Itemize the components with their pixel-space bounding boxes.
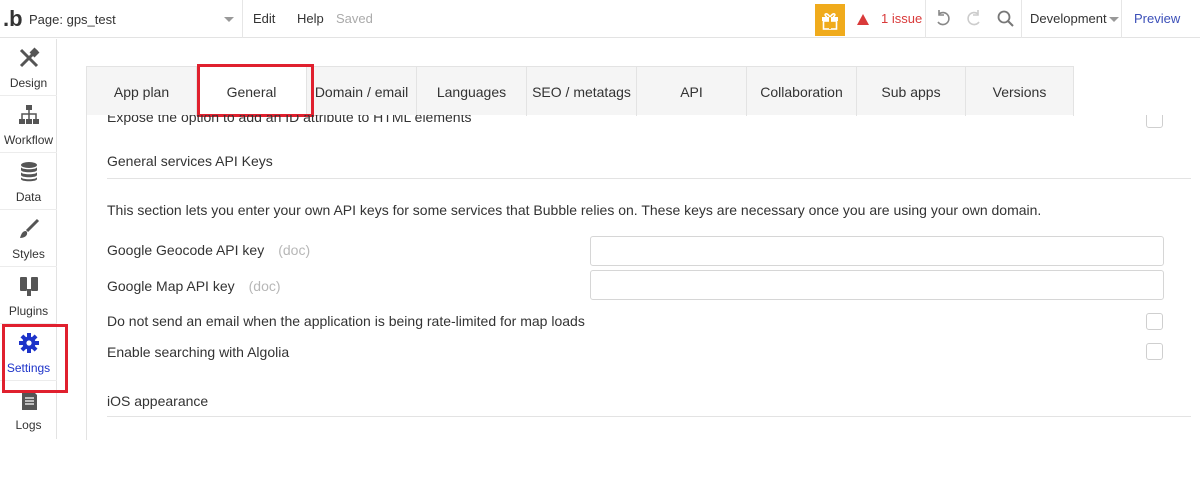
sidebar-item-label: Design (9, 76, 48, 90)
sidebar-item-plugins[interactable]: Plugins (0, 267, 57, 324)
separator (925, 0, 926, 38)
sidebar-item-label: Workflow (3, 133, 54, 147)
algolia-checkbox[interactable] (1146, 343, 1163, 360)
geocode-key-label: Google Geocode API key (107, 242, 265, 258)
sidebar-item-design[interactable]: Design (0, 39, 57, 96)
gift-button[interactable] (815, 4, 845, 36)
design-icon (19, 47, 40, 68)
divider (107, 178, 1191, 179)
map-key-input[interactable] (590, 270, 1164, 300)
tab-sub-apps[interactable]: Sub apps (857, 67, 966, 116)
separator (1021, 0, 1022, 38)
sidebar-item-workflow[interactable]: Workflow (0, 96, 57, 153)
sidebar-item-label: Data (15, 190, 42, 204)
page-selector-label: Page: gps_test (29, 11, 116, 27)
tab-app-plan[interactable]: App plan (87, 67, 197, 116)
sidebar-item-label: Styles (12, 247, 45, 261)
warning-icon (857, 13, 869, 53)
database-icon (21, 162, 37, 182)
id-attribute-option-label: Expose the option to add an ID attribute… (107, 115, 472, 125)
map-key-label: Google Map API key (107, 278, 235, 294)
map-key-row: Google Map API key (doc) (107, 278, 281, 294)
api-keys-description: This section lets you enter your own API… (107, 202, 1042, 218)
settings-content: Expose the option to add an ID attribute… (86, 115, 1200, 440)
page-selector[interactable]: Page: gps_test (29, 0, 243, 38)
geocode-key-row: Google Geocode API key (doc) (107, 242, 310, 258)
settings-highlight-box (2, 324, 68, 393)
geocode-key-input[interactable] (590, 236, 1164, 266)
separator (1121, 0, 1122, 38)
plug-icon (20, 277, 38, 296)
undo-icon[interactable] (933, 9, 953, 29)
rate-limit-label: Do not send an email when the applicatio… (107, 313, 585, 329)
workflow-icon (19, 105, 39, 124)
help-menu[interactable]: Help (297, 0, 324, 38)
brush-icon (20, 218, 40, 238)
chevron-down-icon (224, 17, 234, 22)
issues-count: 1 issue (881, 11, 923, 26)
sidebar-item-styles[interactable]: Styles (0, 210, 57, 267)
chevron-down-icon (1109, 17, 1119, 22)
tab-versions[interactable]: Versions (966, 67, 1074, 116)
redo-icon[interactable] (964, 9, 984, 29)
top-bar: .b Page: gps_test Edit Help Saved 1 issu… (0, 0, 1200, 53)
preview-button[interactable]: Preview (1134, 0, 1180, 38)
divider (107, 416, 1191, 417)
api-keys-heading: General services API Keys (107, 153, 273, 169)
rate-limit-checkbox[interactable] (1146, 313, 1163, 330)
tab-domain-email[interactable]: Domain / email (307, 67, 417, 116)
tab-collaboration[interactable]: Collaboration (747, 67, 857, 116)
ios-appearance-heading: iOS appearance (107, 393, 209, 409)
geocode-doc-link[interactable]: (doc) (278, 242, 310, 258)
save-status: Saved (336, 11, 373, 26)
general-tab-highlight-box (197, 64, 314, 117)
map-doc-link[interactable]: (doc) (249, 278, 281, 294)
bubble-logo[interactable]: .b (3, 8, 23, 30)
gift-icon (822, 13, 838, 30)
tab-seo-metatags[interactable]: SEO / metatags (527, 67, 637, 116)
edit-menu[interactable]: Edit (253, 0, 275, 38)
algolia-label: Enable searching with Algolia (107, 344, 290, 360)
sidebar-item-data[interactable]: Data (0, 153, 57, 210)
id-attribute-checkbox[interactable] (1146, 115, 1163, 128)
sidebar-item-label: Plugins (8, 304, 49, 318)
tab-languages[interactable]: Languages (417, 67, 527, 116)
issues-indicator[interactable]: 1 issue (857, 0, 923, 53)
environment-selector[interactable]: Development (1030, 0, 1107, 38)
tab-api[interactable]: API (637, 67, 747, 116)
search-icon[interactable] (996, 9, 1016, 29)
sidebar-item-label: Logs (15, 418, 42, 432)
